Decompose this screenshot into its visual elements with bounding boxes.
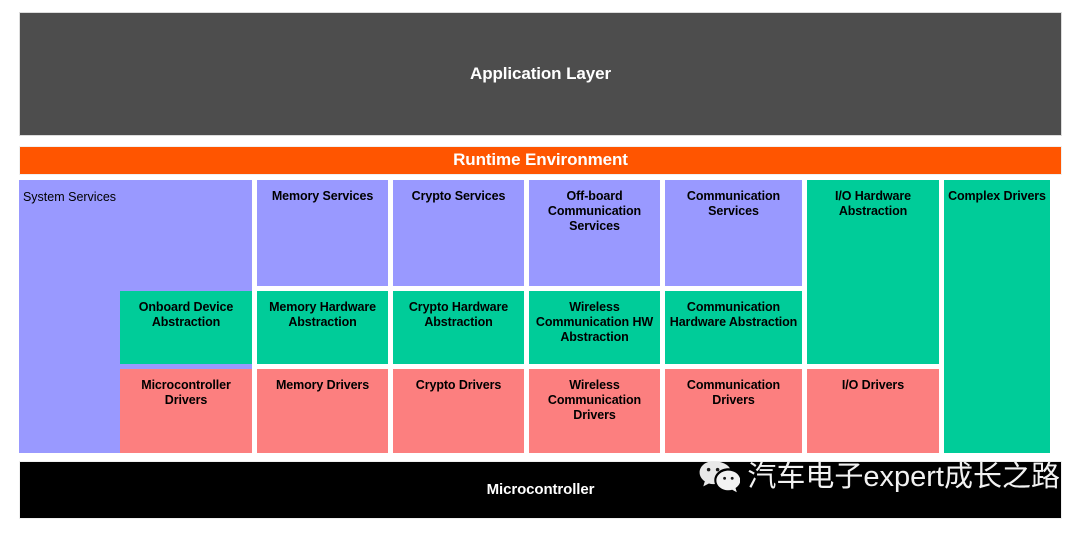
memory-drivers-block: Memory Drivers	[257, 369, 388, 453]
column-system-services: System Services Onboard Device Abstracti…	[19, 180, 252, 453]
crypto-services-block: Crypto Services	[393, 180, 524, 286]
microcontroller-drivers-block: Microcontroller Drivers	[120, 369, 252, 453]
layer-gap	[19, 453, 1062, 461]
column-memory: Memory Services Memory Hardware Abstract…	[257, 180, 388, 453]
communication-services-block: Communication Services	[665, 180, 802, 286]
column-io: I/O Hardware Abstraction I/O Drivers	[807, 180, 939, 453]
onboard-device-abstraction-block: Onboard Device Abstraction	[120, 291, 252, 364]
layer-gap	[19, 136, 1062, 146]
io-hardware-abstraction-block: I/O Hardware Abstraction	[807, 180, 939, 364]
wireless-communication-drivers-block: Wireless Communication Drivers	[529, 369, 660, 453]
system-services-filler	[120, 180, 252, 286]
io-drivers-block: I/O Drivers	[807, 369, 939, 453]
microcontroller-block: Microcontroller	[19, 461, 1062, 519]
column-crypto: Crypto Services Crypto Hardware Abstract…	[393, 180, 524, 453]
column-offboard-communication: Off-board Communication Services Wireles…	[529, 180, 660, 453]
column-communication: Communication Services Communication Har…	[665, 180, 802, 453]
system-services-label: System Services	[22, 190, 117, 204]
crypto-drivers-block: Crypto Drivers	[393, 369, 524, 453]
memory-services-block: Memory Services	[257, 180, 388, 286]
complex-drivers-block: Complex Drivers	[944, 180, 1050, 453]
crypto-hardware-abstraction-block: Crypto Hardware Abstraction	[393, 291, 524, 364]
communication-drivers-block: Communication Drivers	[665, 369, 802, 453]
runtime-environment-block: Runtime Environment	[19, 146, 1062, 175]
system-services-nested-stack: Onboard Device Abstraction Microcontroll…	[120, 180, 252, 453]
wireless-communication-hw-abstraction-block: Wireless Communication HW Abstraction	[529, 291, 660, 364]
application-layer-block: Application Layer	[19, 12, 1062, 136]
offboard-communication-services-block: Off-board Communication Services	[529, 180, 660, 286]
autosar-layered-architecture-diagram: Application Layer Runtime Environment Sy…	[0, 0, 1080, 533]
communication-hardware-abstraction-block: Communication Hardware Abstraction	[665, 291, 802, 364]
basic-software-layer: System Services Onboard Device Abstracti…	[19, 180, 1062, 453]
memory-hardware-abstraction-block: Memory Hardware Abstraction	[257, 291, 388, 364]
column-complex-drivers: Complex Drivers	[944, 180, 1050, 453]
